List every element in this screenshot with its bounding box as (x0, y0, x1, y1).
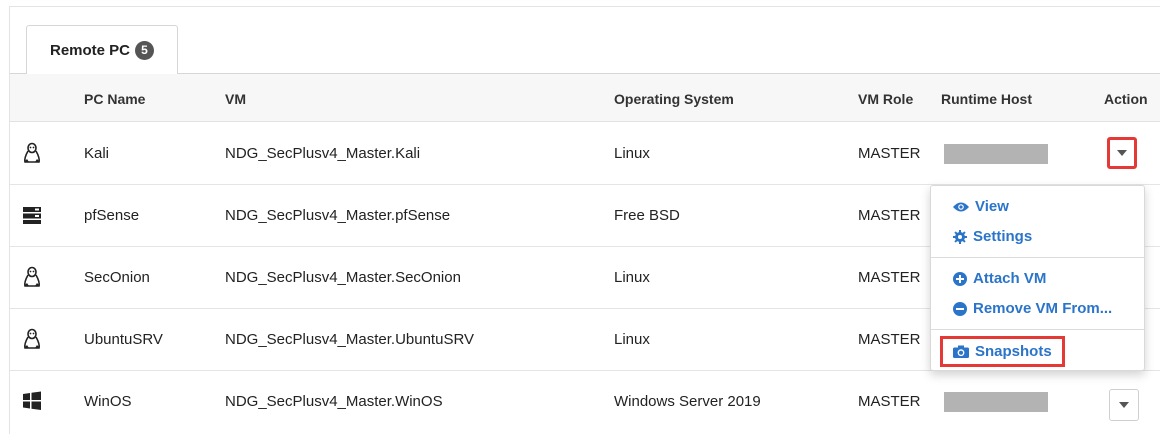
server-icon (23, 207, 41, 224)
operating-system: Windows Server 2019 (614, 393, 761, 410)
menu-item-attach-vm-label: Attach VM (973, 270, 1047, 287)
vm-name: NDG_SecPlusv4_Master.UbuntuSRV (225, 331, 475, 348)
table-row: WinOS NDG_SecPlusv4_Master.WinOS Windows… (10, 371, 1160, 433)
vm-name: NDG_SecPlusv4_Master.pfSense (225, 207, 451, 224)
vm-name: NDG_SecPlusv4_Master.Kali (225, 145, 421, 162)
runtime-host-redacted (944, 392, 1048, 412)
column-header-vm-role[interactable]: VM Role (858, 91, 913, 107)
column-header-runtime-host[interactable]: Runtime Host (941, 91, 1032, 107)
menu-item-snapshots[interactable]: Snapshots (953, 343, 1052, 360)
tab-count-badge: 5 (135, 40, 155, 60)
menu-divider (931, 329, 1144, 330)
vm-role: MASTER (858, 269, 921, 286)
pc-name[interactable]: pfSense (84, 207, 139, 224)
pc-name[interactable]: WinOS (84, 393, 132, 410)
menu-item-view-label: View (975, 198, 1009, 215)
tab-remote-pc[interactable]: Remote PC 5 (26, 25, 178, 74)
operating-system: Linux (614, 145, 650, 162)
action-dropdown-menu: View Settings Attach VM Remove VM From..… (930, 185, 1145, 371)
vm-name: NDG_SecPlusv4_Master.WinOS (225, 393, 443, 410)
eye-icon (953, 202, 969, 211)
menu-item-remove-vm[interactable]: Remove VM From... (953, 300, 1112, 317)
table-header: PC Name VM Operating System VM Role Runt… (10, 74, 1160, 122)
pc-name[interactable]: SecOnion (84, 269, 150, 286)
action-dropdown-button[interactable] (1109, 389, 1139, 421)
chevron-down-icon (1117, 150, 1127, 156)
pc-name[interactable]: UbuntuSRV (84, 331, 163, 348)
menu-divider (931, 257, 1144, 258)
pc-name[interactable]: Kali (84, 145, 109, 162)
vm-role: MASTER (858, 207, 921, 224)
chevron-down-icon (1119, 402, 1129, 408)
menu-item-settings-label: Settings (973, 228, 1033, 245)
operating-system: Linux (614, 269, 650, 286)
vm-role: MASTER (858, 331, 921, 348)
column-header-action[interactable]: Action (1104, 91, 1148, 107)
column-header-pc-name[interactable]: PC Name (84, 91, 145, 107)
tab-label: Remote PC (49, 41, 131, 59)
table-row: Kali NDG_SecPlusv4_Master.Kali Linux MAS… (10, 123, 1160, 185)
gear-icon (953, 229, 967, 244)
column-header-vm[interactable]: VM (225, 91, 246, 107)
linux-icon (24, 328, 40, 349)
operating-system: Free BSD (614, 207, 680, 224)
camera-icon (953, 345, 969, 358)
linux-icon (24, 142, 40, 163)
vm-role: MASTER (858, 393, 921, 410)
runtime-host-redacted (944, 144, 1048, 164)
menu-item-view[interactable]: View (953, 198, 1009, 215)
windows-icon (23, 391, 41, 410)
operating-system: Linux (614, 331, 650, 348)
plus-circle-icon (953, 271, 967, 286)
menu-item-remove-vm-label: Remove VM From... (973, 300, 1113, 317)
linux-icon (24, 266, 40, 287)
minus-circle-icon (953, 301, 967, 316)
menu-item-snapshots-label: Snapshots (975, 343, 1052, 360)
vm-role: MASTER (858, 145, 921, 162)
menu-item-attach-vm[interactable]: Attach VM (953, 270, 1046, 287)
vm-name: NDG_SecPlusv4_Master.SecOnion (225, 269, 461, 286)
menu-item-settings[interactable]: Settings (953, 228, 1032, 245)
action-dropdown-button[interactable] (1107, 137, 1137, 169)
column-header-os[interactable]: Operating System (614, 91, 734, 107)
